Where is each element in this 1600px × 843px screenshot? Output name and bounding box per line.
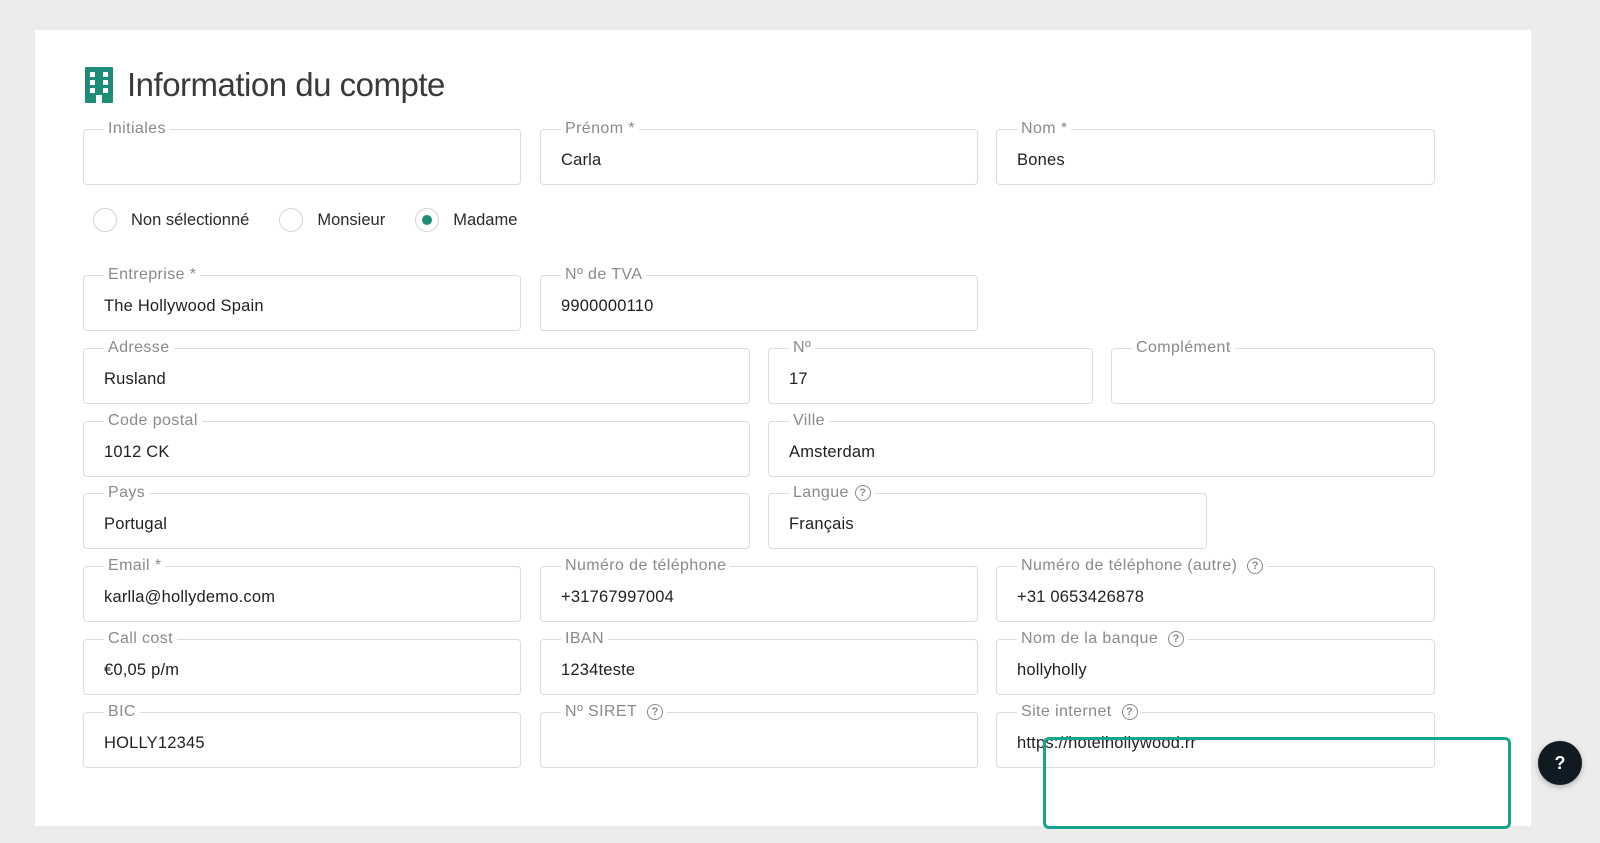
telephone-autre-label-text: Numéro de téléphone (autre) <box>1021 557 1238 574</box>
tva-field[interactable]: Nº de TVA 9900000110 <box>540 267 978 331</box>
iban-label: IBAN <box>565 630 604 647</box>
banque-label-text: Nom de la banque <box>1021 630 1159 647</box>
telephone-label: Numéro de téléphone <box>565 557 727 574</box>
entreprise-label: Entreprise * <box>108 266 197 283</box>
bic-value: HOLLY12345 <box>104 734 205 752</box>
question-circle-icon[interactable]: ? <box>647 704 664 720</box>
numero-label: Nº <box>793 339 812 356</box>
building-icon <box>85 67 113 103</box>
telephone-value: +31767997004 <box>561 588 674 606</box>
email-value: karlla@hollydemo.com <box>104 588 276 606</box>
prenom-value: Carla <box>561 151 602 169</box>
code-postal-label: Code postal <box>108 412 198 429</box>
civilite-radio-group: Non sélectionné Monsieur Madame <box>93 208 547 232</box>
telephone-autre-label: Numéro de téléphone (autre)? <box>1017 558 1267 574</box>
initiales-label: Initiales <box>108 120 166 137</box>
call-cost-label: Call cost <box>108 630 173 647</box>
bic-label: BIC <box>108 703 136 720</box>
langue-label: Langue? <box>789 485 875 501</box>
banque-label: Nom de la banque? <box>1017 631 1188 647</box>
langue-field[interactable]: Langue? Français <box>768 485 1207 549</box>
ville-value: Amsterdam <box>789 443 876 461</box>
bic-field[interactable]: BIC HOLLY12345 <box>83 704 521 768</box>
pays-field[interactable]: Pays Portugal <box>83 485 750 549</box>
pays-label: Pays <box>108 484 146 501</box>
radio-non-selectionne[interactable]: Non sélectionné <box>93 208 249 232</box>
question-circle-icon[interactable]: ? <box>1247 558 1264 574</box>
radio-label: Monsieur <box>317 210 386 229</box>
radio-label: Madame <box>453 210 518 229</box>
nom-value: Bones <box>1017 151 1065 169</box>
question-circle-icon[interactable]: ? <box>1121 704 1138 720</box>
entreprise-field[interactable]: Entreprise * The Hollywood Spain <box>83 267 521 331</box>
telephone-autre-value: +31 0653426878 <box>1017 588 1145 606</box>
radio-circle-selected[interactable] <box>415 208 440 232</box>
tva-value: 9900000110 <box>561 297 654 315</box>
call-cost-value: €0,05 p/m <box>104 661 180 679</box>
site-internet-value: https://hotelhollywood.rr <box>1017 734 1197 752</box>
radio-madame[interactable]: Madame <box>415 208 517 232</box>
ville-label: Ville <box>793 412 825 429</box>
siret-field[interactable]: Nº SIRET? <box>540 704 978 768</box>
call-cost-field[interactable]: Call cost €0,05 p/m <box>83 631 521 695</box>
banque-field[interactable]: Nom de la banque? hollyholly <box>996 631 1435 695</box>
code-postal-value: 1012 CK <box>104 443 170 461</box>
complement-field[interactable]: Complément <box>1111 340 1435 404</box>
page-title: Information du compte <box>127 66 445 103</box>
tva-label: Nº de TVA <box>565 266 643 283</box>
numero-value: 17 <box>789 370 808 388</box>
complement-label: Complément <box>1136 339 1231 356</box>
nom-field[interactable]: Nom * Bones <box>996 121 1435 185</box>
siret-label-text: Nº SIRET <box>565 703 638 720</box>
adresse-label: Adresse <box>108 339 170 356</box>
prenom-field[interactable]: Prénom * Carla <box>540 121 978 185</box>
langue-label-text: Langue <box>793 484 849 501</box>
iban-value: 1234teste <box>561 661 636 679</box>
adresse-field[interactable]: Adresse Rusland <box>83 340 750 404</box>
siret-label: Nº SIRET? <box>561 704 667 720</box>
numero-field[interactable]: Nº 17 <box>768 340 1093 404</box>
radio-label: Non sélectionné <box>131 210 250 229</box>
prenom-label: Prénom * <box>565 120 635 137</box>
telephone-autre-field[interactable]: Numéro de téléphone (autre)? +31 0653426… <box>996 558 1435 622</box>
site-internet-field[interactable]: Site internet? https://hotelhollywood.rr <box>996 704 1435 768</box>
question-circle-icon[interactable]: ? <box>1168 631 1185 647</box>
banque-value: hollyholly <box>1017 661 1087 679</box>
email-field[interactable]: Email * karlla@hollydemo.com <box>83 558 521 622</box>
account-info-card: Information du compte Initiales Prénom *… <box>35 30 1531 829</box>
iban-field[interactable]: IBAN 1234teste <box>540 631 978 695</box>
radio-circle[interactable] <box>93 208 117 232</box>
radio-circle[interactable] <box>279 208 304 232</box>
code-postal-field[interactable]: Code postal 1012 CK <box>83 413 750 477</box>
help-button[interactable]: ? <box>1538 741 1582 785</box>
ville-field[interactable]: Ville Amsterdam <box>768 413 1435 477</box>
telephone-field[interactable]: Numéro de téléphone +31767997004 <box>540 558 978 622</box>
entreprise-value: The Hollywood Spain <box>104 297 264 315</box>
pays-value: Portugal <box>104 515 168 533</box>
section-header: Information du compte <box>85 64 445 106</box>
nom-label: Nom * <box>1021 120 1068 137</box>
radio-monsieur[interactable]: Monsieur <box>279 208 385 232</box>
langue-value: Français <box>789 515 854 533</box>
adresse-value: Rusland <box>104 370 166 388</box>
site-internet-label: Site internet? <box>1017 704 1142 720</box>
site-internet-label-text: Site internet <box>1021 703 1112 720</box>
question-circle-icon[interactable]: ? <box>854 485 871 501</box>
email-label: Email * <box>108 557 162 574</box>
initiales-field[interactable]: Initiales <box>83 121 521 185</box>
